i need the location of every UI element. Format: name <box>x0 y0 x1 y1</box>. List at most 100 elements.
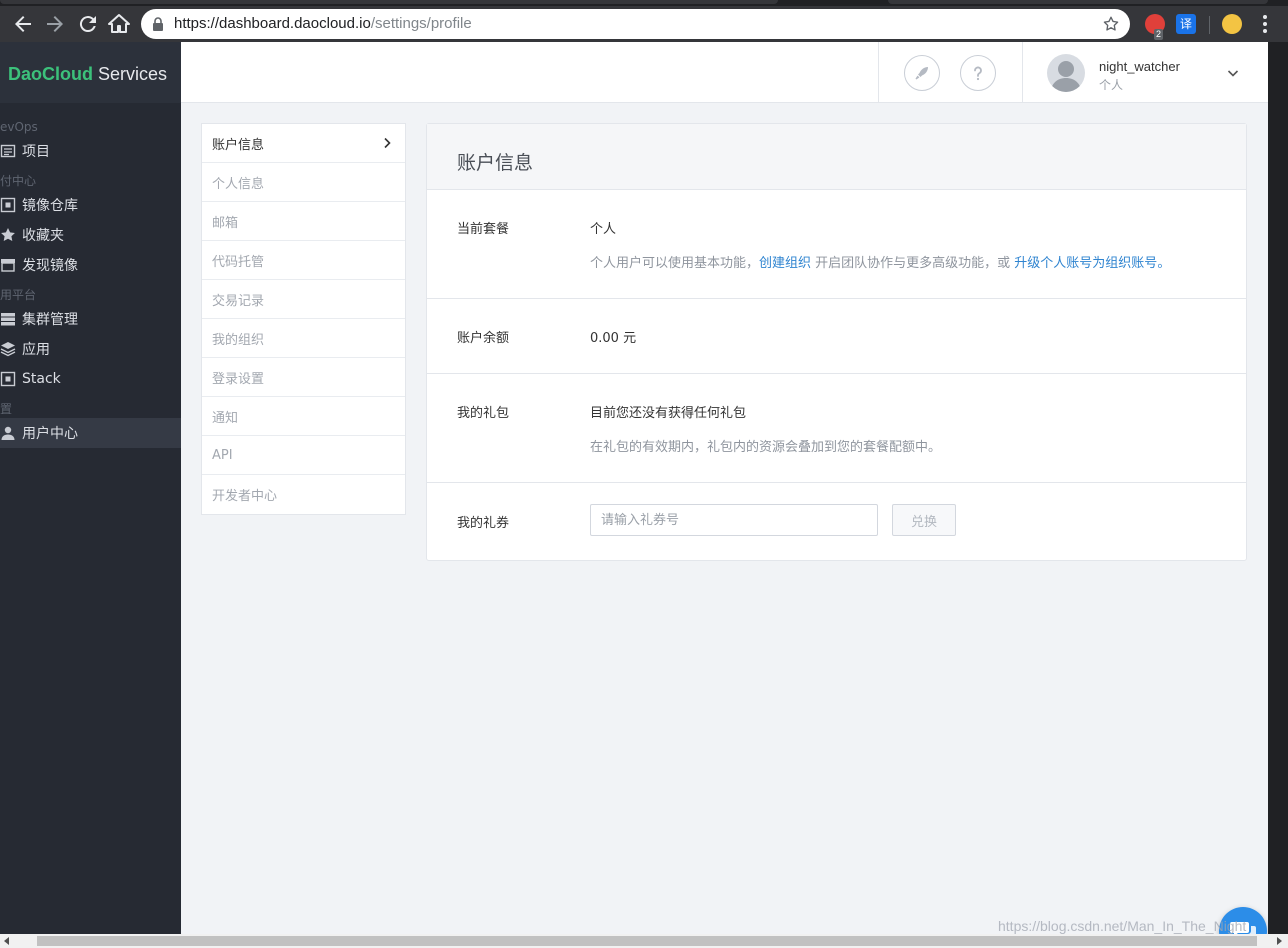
sidebar-item-label: 收藏夹 <box>22 228 64 244</box>
plan-note-text: 个人用户可以使用基本功能， <box>590 256 760 271</box>
translate-extension-label: 译 <box>1179 17 1192 31</box>
gift-note: 在礼包的有效期内，礼包内的资源会叠加到您的套餐配额中。 <box>590 440 942 455</box>
sidebar-item-label: Stack <box>22 371 61 387</box>
store-icon <box>1 259 15 272</box>
more-vert-icon[interactable] <box>1256 14 1274 34</box>
subnav-item-label: 交易记录 <box>212 293 265 309</box>
box-icon <box>0 197 16 213</box>
toolbar-separator <box>1209 16 1210 34</box>
user-name[interactable]: night_watcher <box>1099 59 1180 74</box>
back-icon[interactable] <box>11 12 35 36</box>
sidebar-item-image-registry[interactable]: 镜像仓库 <box>0 190 181 220</box>
avatar[interactable] <box>1047 54 1085 92</box>
create-org-link[interactable]: 创建组织 <box>759 256 811 271</box>
subnav-item-account-info[interactable]: 账户信息 <box>202 124 405 163</box>
launch-button[interactable] <box>904 55 940 91</box>
horizontal-scrollbar[interactable] <box>0 934 1288 948</box>
subnav-item-my-organizations[interactable]: 我的组织 <box>202 319 405 358</box>
scroll-right-icon[interactable] <box>1274 936 1284 946</box>
subnav-item-api[interactable]: API <box>202 436 405 475</box>
subnav-item-login-settings[interactable]: 登录设置 <box>202 358 405 397</box>
balance-row: 账户余额 0.00 元 <box>427 299 1246 374</box>
layers-icon <box>0 342 16 357</box>
subnav-item-label: 登录设置 <box>212 371 265 387</box>
home-icon[interactable] <box>107 12 131 36</box>
profile-emoji-icon[interactable] <box>1222 14 1242 34</box>
question-icon <box>974 66 982 81</box>
sidebar-item-stack[interactable]: Stack <box>0 364 181 394</box>
sidebar-group-label: 置 <box>0 402 13 416</box>
bookmark-star-icon[interactable] <box>1102 15 1120 33</box>
user-icon <box>1 426 15 440</box>
chevron-right-icon <box>384 137 391 149</box>
sidebar-item-label: 镜像仓库 <box>22 198 78 214</box>
voucher-row: 我的礼券 兑换 <box>427 483 1246 559</box>
voucher-input[interactable] <box>590 504 878 536</box>
translate-extension-icon[interactable]: 译 <box>1176 14 1196 34</box>
account-info-panel: 账户信息 当前套餐 个人 个人用户可以使用基本功能，创建组织 开启团队协作与更多… <box>426 123 1247 561</box>
user-account-type: 个人 <box>1099 78 1124 92</box>
sidebar: DaoCloud Services evOps 项目 付中心 镜像仓库 收藏夹 … <box>0 42 181 934</box>
scrollbar-thumb[interactable] <box>37 936 1257 946</box>
sidebar-item-label: 发现镜像 <box>22 258 78 274</box>
sidebar-item-label: 应用 <box>22 342 50 358</box>
subnav-item-label: 我的组织 <box>212 332 265 348</box>
subnav-item-developer-center[interactable]: 开发者中心 <box>202 475 405 514</box>
forward-icon[interactable] <box>43 12 67 36</box>
sidebar-item-label: 项目 <box>22 144 50 160</box>
panel-title: 账户信息 <box>427 124 1246 190</box>
list-icon <box>0 144 16 158</box>
plan-note-text: 开启团队协作与更多高级功能，或 <box>811 256 1015 271</box>
subnav-item-notifications[interactable]: 通知 <box>202 397 405 436</box>
sidebar-item-applications[interactable]: 应用 <box>0 334 181 364</box>
sidebar-item-favorites[interactable]: 收藏夹 <box>0 220 181 250</box>
gift-row: 我的礼包 目前您还没有获得任何礼包 在礼包的有效期内，礼包内的资源会叠加到您的套… <box>427 374 1246 483</box>
plan-label: 当前套餐 <box>457 222 510 237</box>
url-text: https://dashboard.daocloud.io/settings/p… <box>174 15 472 32</box>
subnav-item-label: 邮箱 <box>212 215 239 231</box>
sidebar-item-user-center[interactable]: 用户中心 <box>0 418 181 448</box>
extension-badge: 2 <box>1154 29 1164 40</box>
subnav-item-email[interactable]: 邮箱 <box>202 202 405 241</box>
sidebar-item-label: 集群管理 <box>22 312 78 328</box>
vertical-scrollbar[interactable] <box>1268 42 1288 934</box>
brand-logo[interactable]: DaoCloud Services <box>0 42 181 103</box>
subnav-item-label: 代码托管 <box>212 254 265 270</box>
sidebar-item-discover-images[interactable]: 发现镜像 <box>0 250 181 280</box>
help-button[interactable] <box>960 55 996 91</box>
sidebar-item-projects[interactable]: 项目 <box>0 136 181 166</box>
server-icon <box>1 313 15 326</box>
watermark: https://blog.csdn.net/Man_In_The_Night <box>998 918 1247 934</box>
subnav-item-label: 个人信息 <box>212 176 265 192</box>
rocket-icon <box>915 67 928 80</box>
subnav-item-label: 开发者中心 <box>212 489 278 504</box>
gift-label: 我的礼包 <box>457 406 510 421</box>
subnav-item-label: 通知 <box>212 410 239 426</box>
browser-tab[interactable] <box>888 0 1268 4</box>
sidebar-group-label: 用平台 <box>0 288 37 302</box>
browser-toolbar: https://dashboard.daocloud.io/settings/p… <box>0 6 1288 42</box>
sidebar-item-cluster-management[interactable]: 集群管理 <box>0 304 181 334</box>
reload-icon[interactable] <box>76 12 100 36</box>
voucher-label: 我的礼券 <box>457 516 510 531</box>
lock-icon <box>153 17 163 31</box>
redeem-button[interactable]: 兑换 <box>892 504 956 536</box>
chevron-down-icon[interactable] <box>1226 66 1240 80</box>
subnav-item-personal-info[interactable]: 个人信息 <box>202 163 405 202</box>
brand-name-bold: DaoCloud <box>8 64 93 84</box>
address-bar[interactable]: https://dashboard.daocloud.io/settings/p… <box>141 9 1130 39</box>
settings-subnav: 账户信息 个人信息 邮箱 代码托管 交易记录 我的组织 登录设置 通知 API … <box>201 123 406 515</box>
browser-tab[interactable] <box>0 0 778 4</box>
box-icon <box>0 371 16 387</box>
subnav-item-code-hosting[interactable]: 代码托管 <box>202 241 405 280</box>
topbar-divider <box>1022 42 1023 103</box>
sidebar-group-label: 付中心 <box>0 174 37 188</box>
subnav-item-transactions[interactable]: 交易记录 <box>202 280 405 319</box>
sidebar-item-label: 用户中心 <box>22 426 78 442</box>
star-icon <box>1 228 15 241</box>
default-avatar-icon <box>1051 61 1081 92</box>
plan-note-text: 。 <box>1157 256 1171 271</box>
scroll-left-icon[interactable] <box>2 936 12 946</box>
brand-name-light: Services <box>98 64 168 84</box>
upgrade-account-link[interactable]: 升级个人账号为组织账号 <box>1014 256 1157 271</box>
